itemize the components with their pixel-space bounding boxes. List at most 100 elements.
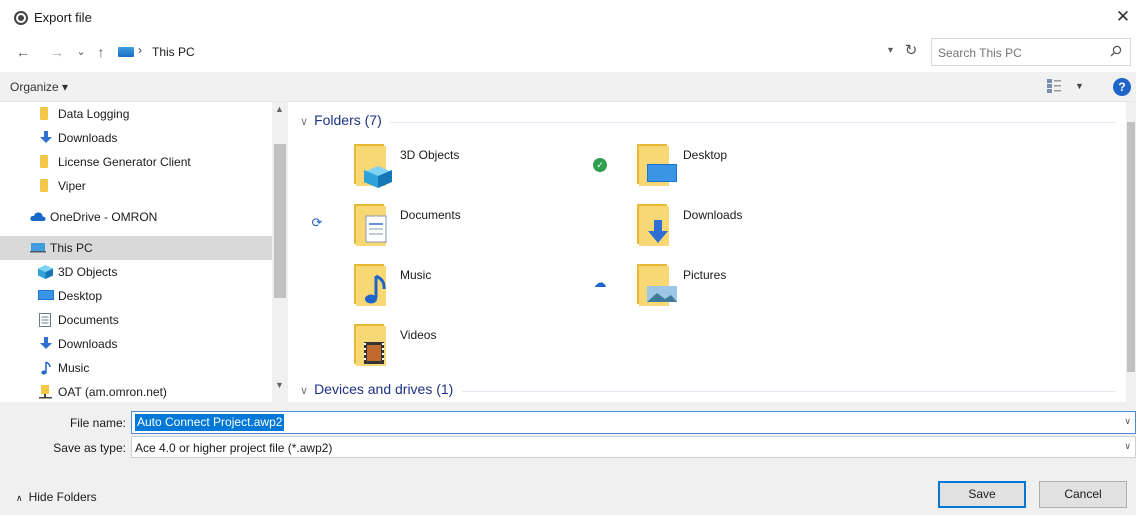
folder-tile-music[interactable]: Music <box>352 262 612 318</box>
cancel-button[interactable]: Cancel <box>1039 481 1127 508</box>
address-dropdown-chevron-icon[interactable]: ▾ <box>888 45 893 56</box>
breadcrumb-this-pc[interactable]: This PC <box>152 45 195 59</box>
sidebar-item-documents[interactable]: Documents <box>0 308 272 332</box>
document-icon <box>39 313 53 327</box>
help-icon[interactable]: ? <box>1113 78 1131 96</box>
computer-icon <box>30 241 46 254</box>
folder-name: Videos <box>400 328 437 342</box>
save-as-type-value: Ace 4.0 or higher project file (*.awp2) <box>135 441 333 455</box>
sidebar-item-3d-objects[interactable]: 3D Objects <box>0 260 272 284</box>
back-arrow-icon[interactable]: ← <box>14 42 32 62</box>
folder-tile-downloads[interactable]: Downloads <box>635 202 895 258</box>
folders-group-title: Folders (7) <box>314 112 382 128</box>
save-as-type-label: Save as type: <box>53 441 126 455</box>
sidebar-item-label: Music <box>58 361 90 375</box>
collapse-chevron-icon[interactable]: ∨ <box>300 116 308 128</box>
sidebar-item-downloads-pc[interactable]: Downloads <box>0 332 272 356</box>
sidebar-item-onedrive[interactable]: OneDrive - OMRON <box>0 205 272 229</box>
folders-group-header[interactable]: ∨ Folders (7) <box>300 112 382 128</box>
sidebar-item-license-generator-client[interactable]: License Generator Client <box>0 150 272 174</box>
search-box[interactable] <box>931 38 1131 66</box>
collapse-chevron-icon[interactable]: ∨ <box>300 385 308 397</box>
close-icon[interactable]: ✕ <box>1114 6 1132 28</box>
downloads-folder-icon <box>637 204 669 246</box>
sidebar-item-label: OneDrive - OMRON <box>50 210 158 224</box>
search-icon[interactable] <box>1110 45 1122 60</box>
folder-tile-videos[interactable]: Videos <box>352 322 612 378</box>
documents-folder-icon <box>354 204 387 246</box>
cloud-only-icon: ☁ <box>593 275 607 290</box>
music-note-icon <box>40 361 54 375</box>
folder-name: Documents <box>400 208 461 222</box>
3d-objects-folder-icon <box>354 144 392 188</box>
desktop-icon <box>38 289 54 302</box>
scrollbar-thumb[interactable] <box>1127 122 1135 372</box>
download-arrow-icon <box>39 337 53 350</box>
chevron-down-icon[interactable]: ∨ <box>1124 416 1131 427</box>
sidebar-item-music[interactable]: Music <box>0 356 272 380</box>
file-list-scrollbar[interactable] <box>1126 102 1136 402</box>
hide-folders-button[interactable]: ∧ Hide Folders <box>16 490 97 504</box>
pictures-folder-icon <box>637 264 677 306</box>
sidebar-item-label: 3D Objects <box>58 265 118 279</box>
sidebar-item-data-logging[interactable]: Data Logging <box>0 102 272 126</box>
file-name-value[interactable]: Auto Connect Project.awp2 <box>135 414 285 431</box>
hide-folders-label: Hide Folders <box>28 490 97 504</box>
folder-tile-pictures[interactable]: Pictures <box>635 262 895 318</box>
sidebar-item-oat-network[interactable]: OAT (am.omron.net) <box>0 380 272 402</box>
forward-arrow-icon[interactable]: → <box>48 42 66 62</box>
sidebar-item-label: Downloads <box>58 337 118 351</box>
file-name-input[interactable]: Auto Connect Project.awp2 ∨ <box>131 411 1136 434</box>
address-bar[interactable]: › This PC ▾ ↻ <box>112 38 926 66</box>
chevron-down-icon[interactable]: ∨ <box>1124 441 1131 452</box>
sidebar-item-label: License Generator Client <box>58 155 191 169</box>
cloud-icon <box>30 210 46 223</box>
sidebar-item-label: This PC <box>50 241 93 255</box>
syncing-icon: ⟳ <box>311 215 323 230</box>
folder-name: Downloads <box>683 208 743 222</box>
save-options-panel: File name: Auto Connect Project.awp2 ∨ S… <box>0 402 1136 515</box>
group-divider <box>462 391 1116 392</box>
sidebar-item-label: Downloads <box>58 131 118 145</box>
navigation-pane-scrollbar[interactable]: ▲ ▼ <box>272 102 288 402</box>
folder-tile-desktop[interactable]: Desktop <box>635 142 895 198</box>
scroll-down-icon[interactable]: ▼ <box>275 380 284 390</box>
sidebar-item-this-pc[interactable]: This PC <box>0 236 272 260</box>
app-icon <box>14 11 28 25</box>
refresh-icon[interactable]: ↻ <box>902 41 920 59</box>
devices-group-header[interactable]: ∨ Devices and drives (1) <box>300 381 453 397</box>
view-options-icon[interactable] <box>1047 79 1061 93</box>
sidebar-item-label: Desktop <box>58 289 103 303</box>
sidebar-item-label: Data Logging <box>58 107 130 121</box>
view-dropdown-chevron-icon[interactable]: ▼ <box>1075 81 1084 91</box>
folder-tile-3d-objects[interactable]: 3D Objects <box>352 142 612 198</box>
sidebar-item-downloads[interactable]: Downloads <box>0 126 272 150</box>
videos-folder-icon <box>354 324 386 366</box>
scroll-up-icon[interactable]: ▲ <box>275 104 284 114</box>
folder-name: Music <box>400 268 432 282</box>
folder-icon <box>40 107 48 120</box>
folder-tile-documents[interactable]: Documents <box>352 202 612 258</box>
sync-ok-check-icon: ✓ <box>593 158 607 172</box>
scrollbar-thumb[interactable] <box>274 144 286 298</box>
chevron-up-icon: ∧ <box>16 493 23 503</box>
organize-menu-button[interactable]: Organize ▾ <box>10 80 68 94</box>
devices-group-title: Devices and drives (1) <box>314 381 454 397</box>
sidebar-item-label: OAT (am.omron.net) <box>58 385 167 399</box>
up-arrow-icon[interactable]: ↑ <box>92 42 110 62</box>
save-button[interactable]: Save <box>938 481 1026 508</box>
save-as-type-select[interactable]: Ace 4.0 or higher project file (*.awp2) … <box>131 436 1136 458</box>
folder-name: Pictures <box>683 268 727 282</box>
download-arrow-icon <box>39 131 53 144</box>
sidebar-item-desktop[interactable]: Desktop <box>0 284 272 308</box>
recent-locations-chevron-icon[interactable]: ⌄ <box>72 42 90 62</box>
command-toolbar: Organize ▾ ▼ ? <box>0 72 1136 102</box>
sidebar-item-viper[interactable]: Viper <box>0 174 272 198</box>
search-input[interactable] <box>938 44 1098 61</box>
breadcrumb-separator: › <box>138 43 142 57</box>
file-name-label: File name: <box>69 416 126 430</box>
folder-icon <box>40 179 48 192</box>
navigation-row: ← → ⌄ ↑ › This PC ▾ ↻ <box>0 38 1136 66</box>
cube-icon <box>38 265 53 279</box>
desktop-folder-icon <box>637 144 677 186</box>
